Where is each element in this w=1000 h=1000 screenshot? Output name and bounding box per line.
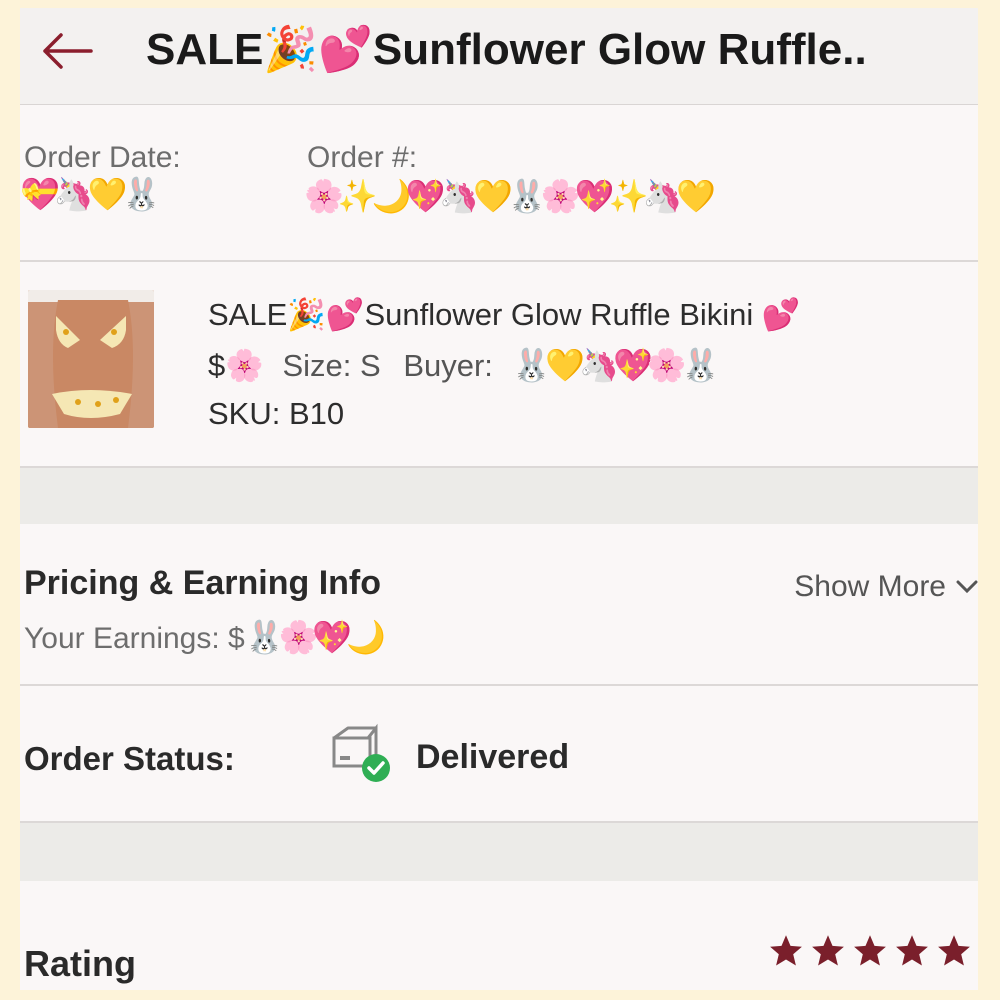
star-icon bbox=[896, 935, 928, 966]
bikini-photo bbox=[28, 290, 154, 428]
buyer-value[interactable]: 🐰💛🦄💖🌸🐰 bbox=[512, 347, 721, 383]
arrow-left-icon bbox=[43, 33, 93, 69]
earnings-value: 🐰🌸💖🌙 bbox=[244, 619, 386, 655]
product-size: Size: S bbox=[282, 348, 381, 383]
order-info-section: Order Date: 💝🦄💛🐰 Order #: 🌸✨🌙💖🦄💛🐰🌸💖✨🦄💛 bbox=[20, 105, 978, 260]
section-gap bbox=[20, 468, 978, 524]
top-bar: SALE🎉💕Sunflower Glow Ruffle.. bbox=[20, 8, 978, 105]
pricing-heading: Pricing & Earning Info bbox=[24, 564, 382, 602]
star-icon bbox=[938, 935, 970, 966]
rating-label: Rating bbox=[24, 943, 136, 984]
product-image[interactable] bbox=[28, 290, 154, 428]
rating-stars bbox=[768, 933, 972, 969]
order-date-label: Order Date: bbox=[24, 141, 181, 174]
order-number-value: 🌸✨🌙💖🦄💛🐰🌸💖✨🦄💛 bbox=[304, 178, 716, 214]
order-status-section: Order Status: Delivered bbox=[20, 686, 978, 821]
order-status-value: Delivered bbox=[416, 738, 570, 776]
section-gap bbox=[20, 823, 978, 881]
product-title: SALE🎉💕Sunflower Glow Ruffle Bikini 💕 bbox=[208, 297, 801, 332]
order-detail-screen: SALE🎉💕Sunflower Glow Ruffle.. Order Date… bbox=[20, 8, 978, 990]
star-icon bbox=[812, 935, 844, 966]
page-title: SALE🎉💕Sunflower Glow Ruffle.. bbox=[146, 25, 867, 74]
star-icon bbox=[854, 935, 886, 966]
earnings-label: Your Earnings: $ bbox=[24, 622, 245, 655]
delivered-box-icon bbox=[328, 720, 394, 786]
order-number-label: Order #: bbox=[307, 141, 418, 174]
show-more-label: Show More bbox=[794, 570, 946, 603]
chevron-down-icon bbox=[956, 580, 978, 594]
order-date-value: 💝🦄💛🐰 bbox=[20, 176, 161, 212]
order-status-label: Order Status: bbox=[24, 740, 235, 777]
show-more-button[interactable]: Show More bbox=[794, 570, 978, 604]
product-meta-line: $🌸 Size: S Buyer: 🐰💛🦄💖🌸🐰 bbox=[208, 346, 721, 384]
pricing-section: Pricing & Earning Info Show More Your Ea… bbox=[20, 524, 978, 684]
back-button[interactable] bbox=[34, 18, 100, 84]
buyer-label: Buyer: bbox=[403, 348, 493, 383]
product-sku: SKU: B10 bbox=[208, 396, 345, 431]
earnings-line: Your Earnings: $🐰🌸💖🌙 bbox=[24, 618, 386, 656]
product-price: $🌸 bbox=[208, 348, 264, 383]
star-icon bbox=[770, 935, 802, 966]
